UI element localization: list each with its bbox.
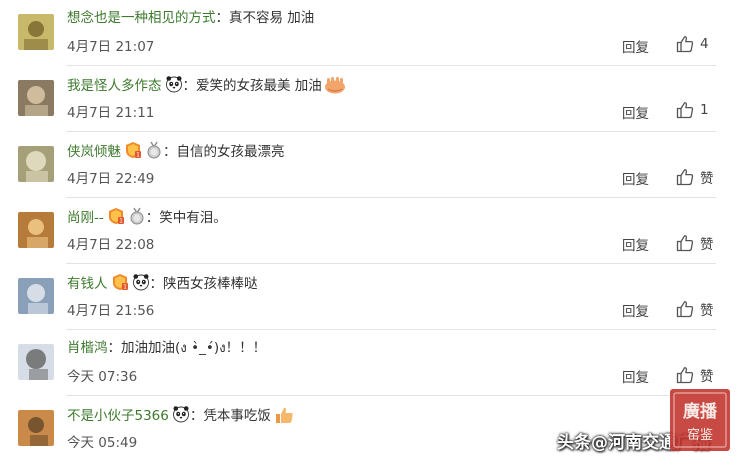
comment-item: 肖楷鸿：加油加油(ง •̀_•́)ง！！！ 今天 07:36 回复 赞 xyxy=(0,330,744,396)
comment-time: 4月7日 21:07 xyxy=(67,39,155,55)
colon-separator: ： xyxy=(149,276,164,292)
comment-text: 加油加油(ง •̀_•́)ง！！！ xyxy=(121,340,267,356)
username[interactable]: 不是小伙子5366 xyxy=(67,408,169,424)
reply-button[interactable]: 回复 xyxy=(622,168,649,188)
comment-list: 想念也是一种相见的方式：真不容易 加油 4月7日 21:07 回复 4 我是怪人多作态：… xyxy=(0,0,744,462)
thumbs-up-icon xyxy=(676,169,694,186)
seal-logo: 廣播 窑鉴 xyxy=(670,389,730,451)
like-count: 赞 xyxy=(700,369,714,385)
avatar[interactable] xyxy=(18,14,54,50)
avatar[interactable] xyxy=(18,410,54,446)
comment-item: 有钱人 1 ：陕西女孩棒棒哒 4月7日 21:56 回复 赞 xyxy=(0,264,744,330)
username[interactable]: 侠岚倾魅 xyxy=(67,144,121,160)
comment-line: 肖楷鸿：加油加油(ง •̀_•́)ง！！！ xyxy=(67,339,266,357)
hands-emoji-icon xyxy=(324,77,345,94)
thumbs-up-icon xyxy=(676,367,694,384)
comment-item: 尚刚-- 1 ：笑中有泪。 4月7日 22:08 回复 赞 xyxy=(0,198,744,264)
like-button[interactable]: 1 xyxy=(676,101,709,119)
comment-text: 笑中有泪。 xyxy=(159,210,227,226)
like-count: 赞 xyxy=(700,237,714,253)
like-button[interactable]: 赞 xyxy=(676,233,714,253)
comment-time: 今天 05:49 xyxy=(67,435,138,451)
username[interactable]: 有钱人 xyxy=(67,276,108,292)
medal-icon xyxy=(145,141,163,159)
svg-text:1: 1 xyxy=(123,284,127,291)
comment-line: 尚刚-- 1 ：笑中有泪。 xyxy=(67,207,227,227)
comment-line: 侠岚倾魅 1 ：自信的女孩最漂亮 xyxy=(67,141,285,161)
like-button[interactable]: 赞 xyxy=(676,167,714,187)
comment-line: 我是怪人多作态 ：爱笑的女孩最美 加油 xyxy=(67,75,346,95)
colon-separator: ： xyxy=(182,78,197,94)
username[interactable]: 我是怪人多作态 xyxy=(67,78,162,94)
like-button[interactable]: 4 xyxy=(676,35,709,53)
username[interactable]: 想念也是一种相见的方式 xyxy=(67,10,216,26)
level-badge-icon: 1 xyxy=(107,207,125,225)
comment-time: 4月7日 21:11 xyxy=(67,105,155,121)
comment-time: 4月7日 21:56 xyxy=(67,303,155,319)
thumbs-up-icon xyxy=(676,36,694,53)
comment-line: 想念也是一种相见的方式：真不容易 加油 xyxy=(67,9,314,27)
svg-text:廣播: 廣播 xyxy=(683,401,718,422)
level-badge-icon: 1 xyxy=(124,141,142,159)
comment-item: 侠岚倾魅 1 ：自信的女孩最漂亮 4月7日 22:49 回复 赞 xyxy=(0,132,744,198)
colon-separator: ： xyxy=(189,408,204,424)
medal-icon xyxy=(128,207,146,225)
colon-separator: ： xyxy=(107,340,122,356)
comment-text: 陕西女孩棒棒哒 xyxy=(163,276,258,292)
comment-item: 我是怪人多作态 ：爱笑的女孩最美 加油 4月7日 21:11 回复 1 xyxy=(0,66,744,132)
comment-text: 真不容易 加油 xyxy=(229,10,315,26)
comment-line: 有钱人 1 ：陕西女孩棒棒哒 xyxy=(67,273,258,293)
panda-icon xyxy=(165,75,183,93)
comment-text: 爱笑的女孩最美 加油 xyxy=(196,78,322,94)
comment-line: 不是小伙子5366 ：凭本事吃饭 xyxy=(67,405,295,425)
level-badge-icon: 1 xyxy=(111,273,129,291)
svg-text:窑鉴: 窑鉴 xyxy=(687,427,713,443)
reply-button[interactable]: 回复 xyxy=(622,36,649,56)
username[interactable]: 尚刚-- xyxy=(67,210,104,226)
like-button[interactable]: 赞 xyxy=(676,299,714,319)
thumbs-up-icon xyxy=(676,102,694,119)
avatar[interactable] xyxy=(18,212,54,248)
colon-separator: ： xyxy=(163,144,177,160)
avatar[interactable] xyxy=(18,278,54,314)
comment-time: 4月7日 22:08 xyxy=(67,237,155,253)
reply-button[interactable]: 回复 xyxy=(622,102,649,122)
comment-text: 自信的女孩最漂亮 xyxy=(176,144,285,160)
panda-icon xyxy=(172,405,190,423)
comment-time: 4月7日 22:49 xyxy=(67,171,155,187)
svg-text:1: 1 xyxy=(119,218,123,225)
colon-separator: ： xyxy=(145,210,160,226)
like-button[interactable]: 赞 xyxy=(676,365,714,385)
like-count: 赞 xyxy=(700,171,714,187)
username[interactable]: 肖楷鸿 xyxy=(67,340,108,356)
comment-time: 今天 07:36 xyxy=(67,369,138,385)
reply-button[interactable]: 回复 xyxy=(622,234,649,254)
comment-item: 想念也是一种相见的方式：真不容易 加油 4月7日 21:07 回复 4 xyxy=(0,0,744,66)
avatar[interactable] xyxy=(18,344,54,380)
thumbs-up-icon xyxy=(676,235,694,252)
avatar[interactable] xyxy=(18,80,54,116)
thumbs-up-icon xyxy=(676,301,694,318)
comment-text: 凭本事吃饭 xyxy=(203,408,271,424)
reply-button[interactable]: 回复 xyxy=(622,366,649,386)
panda-icon xyxy=(132,273,150,291)
like-count: 4 xyxy=(700,36,709,52)
like-count: 赞 xyxy=(700,303,714,319)
svg-text:1: 1 xyxy=(136,152,140,159)
reply-button[interactable]: 回复 xyxy=(622,300,649,320)
avatar[interactable] xyxy=(18,146,54,182)
colon-separator: ： xyxy=(215,10,230,26)
thumbs-up-emoji-icon xyxy=(275,407,293,423)
like-count: 1 xyxy=(700,102,709,118)
